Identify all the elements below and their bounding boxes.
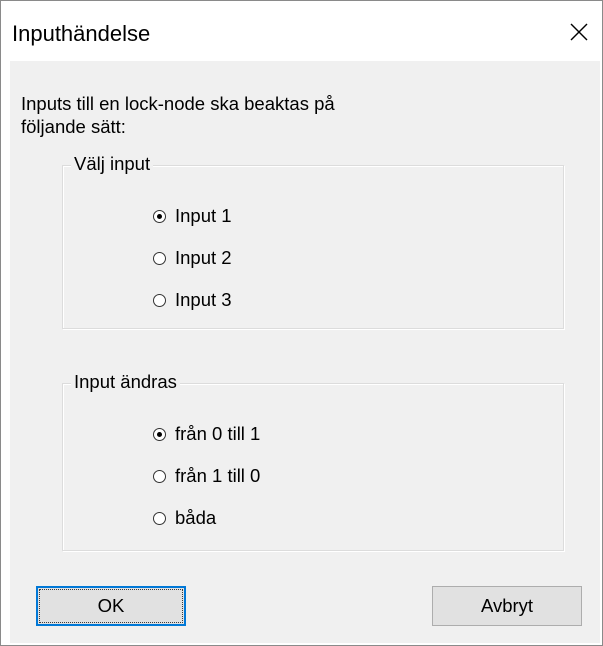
close-icon bbox=[570, 23, 588, 41]
select-input-group: Välj input Input 1 Input 2 Input 3 bbox=[62, 153, 564, 329]
intro-text: Inputs till en lock-node ska beaktas på … bbox=[21, 92, 441, 138]
ok-button[interactable]: OK bbox=[36, 586, 186, 626]
radio-from-1-to-0-label: från 1 till 0 bbox=[175, 465, 261, 486]
radio-input-3[interactable]: Input 3 bbox=[153, 288, 232, 312]
radio-from-0-to-1[interactable]: från 0 till 1 bbox=[153, 422, 260, 446]
cancel-button[interactable]: Avbryt bbox=[432, 586, 582, 626]
radio-input-3-label: Input 3 bbox=[175, 289, 232, 310]
title-bar[interactable]: Inputhändelse bbox=[1, 1, 602, 61]
radio-button-icon[interactable] bbox=[153, 511, 166, 525]
radio-input-2[interactable]: Input 2 bbox=[153, 246, 232, 270]
radio-input-2-label: Input 2 bbox=[175, 247, 232, 268]
radio-selected-dot bbox=[157, 213, 162, 219]
radio-input-1-label: Input 1 bbox=[175, 205, 232, 226]
radio-button-icon[interactable] bbox=[153, 209, 166, 223]
radio-button-icon[interactable] bbox=[153, 469, 166, 483]
radio-both-label: båda bbox=[175, 507, 217, 528]
input-change-group: Input ändras från 0 till 1 från 1 till 0… bbox=[62, 371, 564, 551]
dialog-body: Inputs till en lock-node ska beaktas på … bbox=[10, 61, 600, 643]
close-button[interactable] bbox=[556, 9, 602, 55]
radio-selected-dot bbox=[157, 431, 162, 437]
radio-both[interactable]: båda bbox=[153, 506, 216, 530]
window-title: Inputhändelse bbox=[12, 21, 151, 46]
cancel-button-label: Avbryt bbox=[480, 595, 534, 616]
radio-button-icon[interactable] bbox=[153, 251, 166, 265]
intro-line-1: Inputs till en lock-node ska beaktas på bbox=[21, 93, 335, 114]
select-input-group-label: Välj input bbox=[71, 153, 154, 175]
radio-from-1-to-0[interactable]: från 1 till 0 bbox=[153, 464, 260, 488]
intro-line-2: följande sätt: bbox=[21, 116, 126, 137]
radio-button-icon[interactable] bbox=[153, 293, 166, 307]
radio-from-0-to-1-label: från 0 till 1 bbox=[175, 423, 261, 444]
dialog-window: Inputhändelse Inputs till en lock-node s… bbox=[0, 0, 603, 646]
input-change-group-label: Input ändras bbox=[71, 371, 180, 393]
radio-input-1[interactable]: Input 1 bbox=[153, 204, 232, 228]
radio-button-icon[interactable] bbox=[153, 427, 166, 441]
ok-button-label: OK bbox=[97, 595, 125, 616]
